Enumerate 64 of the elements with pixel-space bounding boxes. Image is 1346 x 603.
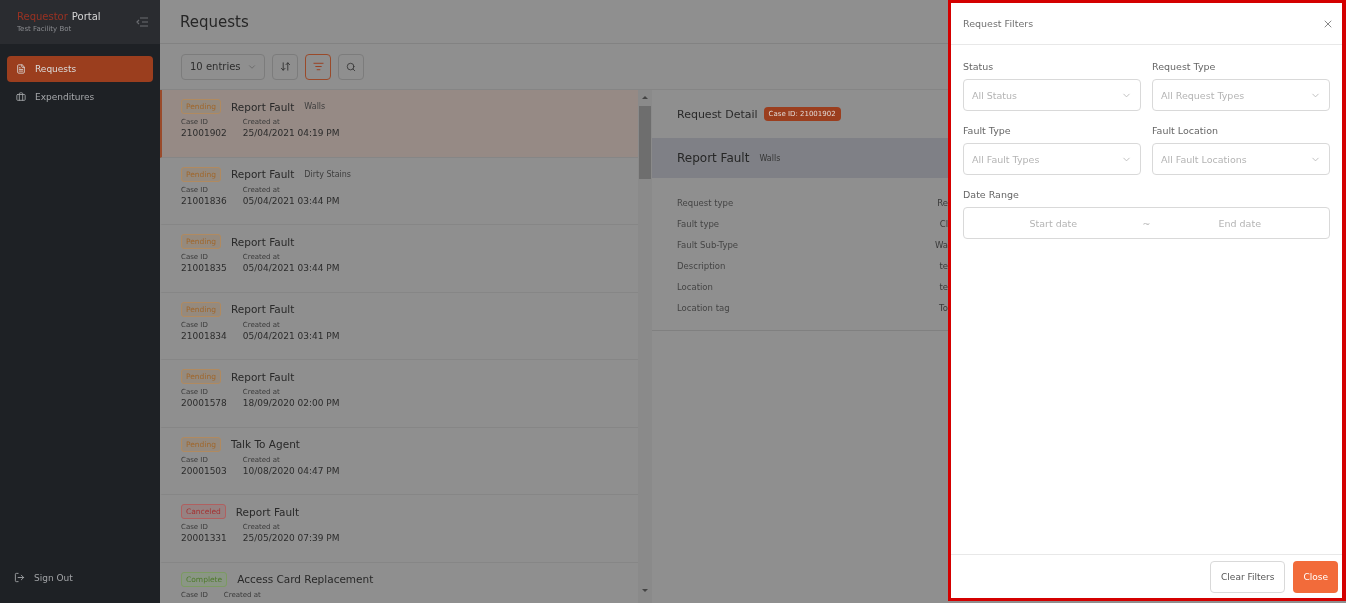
field-label: Fault Sub-Type: [677, 239, 739, 250]
filter-button[interactable]: [305, 53, 331, 80]
request-title: Report Fault: [235, 505, 300, 518]
field-label: Location tag: [677, 302, 730, 313]
case-id: 20001578: [181, 398, 227, 408]
created-date: 10/08/2020 04:47 PM: [242, 465, 340, 476]
field-value: te: [939, 260, 948, 271]
request-title: Report Fault: [231, 100, 295, 113]
created-date: 05/04/2021 03:44 PM: [242, 195, 340, 206]
created-date: 05/04/2021 03:44 PM: [242, 263, 340, 273]
brand-name: Portal: [71, 11, 101, 22]
entries-select[interactable]: 10 entries: [181, 53, 265, 80]
search-icon: [346, 61, 356, 72]
field-value: To: [939, 302, 948, 313]
detail-title: Request Detail: [677, 107, 758, 121]
detail-subtype: Walls: [759, 153, 781, 163]
sort-icon: [279, 61, 291, 72]
request-title: Report Fault: [231, 168, 295, 180]
created-date: 25/05/2020 07:39 PM: [242, 533, 340, 543]
request-title: Report Fault: [231, 370, 295, 383]
field-value: Cl: [939, 218, 948, 229]
collapse-icon[interactable]: [136, 17, 148, 27]
created-date: 25/04/2021 04:19 PM: [242, 128, 340, 138]
page-title: Requests: [180, 12, 249, 31]
document-icon: [16, 64, 26, 74]
field-value: Wa: [934, 239, 948, 250]
filter-icon: [312, 61, 324, 72]
field-value: te: [939, 281, 948, 292]
filter-label: Status: [963, 61, 995, 72]
close-drawer-button[interactable]: Close: [1293, 560, 1338, 593]
request-title: Talk To Agent: [231, 438, 300, 450]
detail-heading: Report Fault: [677, 151, 750, 165]
field-label: Location: [677, 281, 713, 292]
request-subtype: Dirty Stains: [304, 169, 351, 179]
nav-item[interactable]: Requests: [7, 56, 153, 82]
created-date: 05/04/2021 03:41 PM: [242, 330, 340, 341]
filter-label: Request Type: [1152, 61, 1217, 72]
nav-item[interactable]: Expenditures: [7, 84, 153, 110]
case-id: 21001902: [181, 128, 227, 138]
brand-name: Requestor: [17, 11, 68, 22]
request-title: Report Fault: [231, 303, 295, 315]
case-id: 20001503: [181, 465, 227, 476]
field-label: Description: [677, 260, 726, 271]
briefcase-icon: [16, 92, 26, 102]
clear-filters-button[interactable]: Clear Filters: [1210, 560, 1286, 593]
field-label: Request type: [677, 197, 734, 208]
filter-label: Fault Type: [963, 125, 1012, 136]
case-id: 20001331: [181, 533, 227, 543]
filter-label: Date Range: [963, 189, 1020, 200]
sign-out-link[interactable]: Sign Out: [0, 572, 160, 603]
case-id: 21001835: [181, 263, 227, 273]
sign-out-icon: [14, 572, 25, 583]
field-value: Re: [937, 197, 948, 208]
search-button[interactable]: [338, 53, 364, 80]
request-subtype: Walls: [304, 102, 326, 111]
drawer-title: Request Filters: [963, 18, 1034, 29]
request-title: Access Card Replacement: [237, 573, 374, 585]
created-date: 18/09/2020 02:00 PM: [242, 398, 340, 408]
filter-label: Fault Location: [1152, 125, 1219, 136]
case-id: 21001836: [181, 195, 227, 206]
field-label: Fault type: [677, 218, 720, 229]
sort-button[interactable]: [272, 53, 298, 80]
case-id: 21001834: [181, 330, 227, 341]
request-title: Report Fault: [231, 235, 295, 248]
